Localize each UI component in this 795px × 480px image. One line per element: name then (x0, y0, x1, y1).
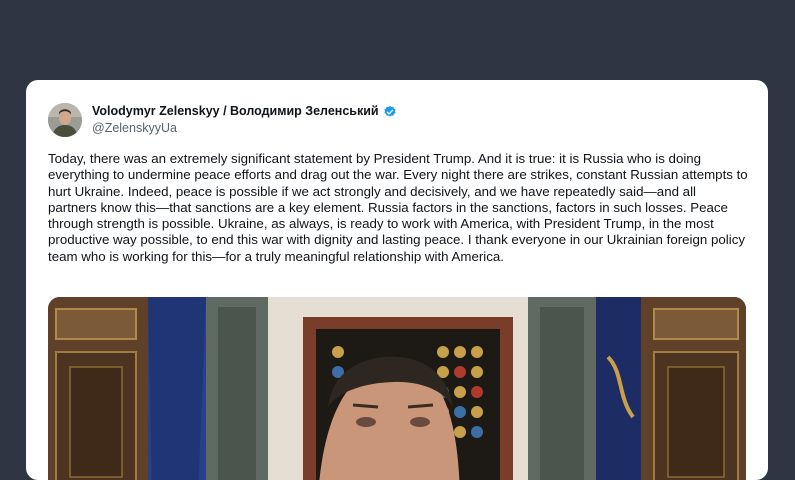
avatar[interactable] (48, 103, 82, 137)
author-handle[interactable]: @ZelenskyyUa (92, 121, 397, 136)
tweet-header: Volodymyr Zelenskyy / Володимир Зеленськ… (48, 103, 397, 137)
tweet-media[interactable] (48, 297, 746, 480)
tweet-text: Today, there was an extremely significan… (48, 151, 748, 264)
author-name-row: Volodymyr Zelenskyy / Володимир Зеленськ… (92, 104, 397, 119)
avatar-image (48, 103, 82, 137)
author-name[interactable]: Volodymyr Zelenskyy / Володимир Зеленськ… (92, 104, 379, 119)
verified-badge-icon (383, 105, 397, 119)
author-info: Volodymyr Zelenskyy / Володимир Зеленськ… (92, 104, 397, 136)
video-thumbnail-icon (48, 297, 746, 480)
tweet-card: Volodymyr Zelenskyy / Володимир Зеленськ… (26, 80, 768, 480)
